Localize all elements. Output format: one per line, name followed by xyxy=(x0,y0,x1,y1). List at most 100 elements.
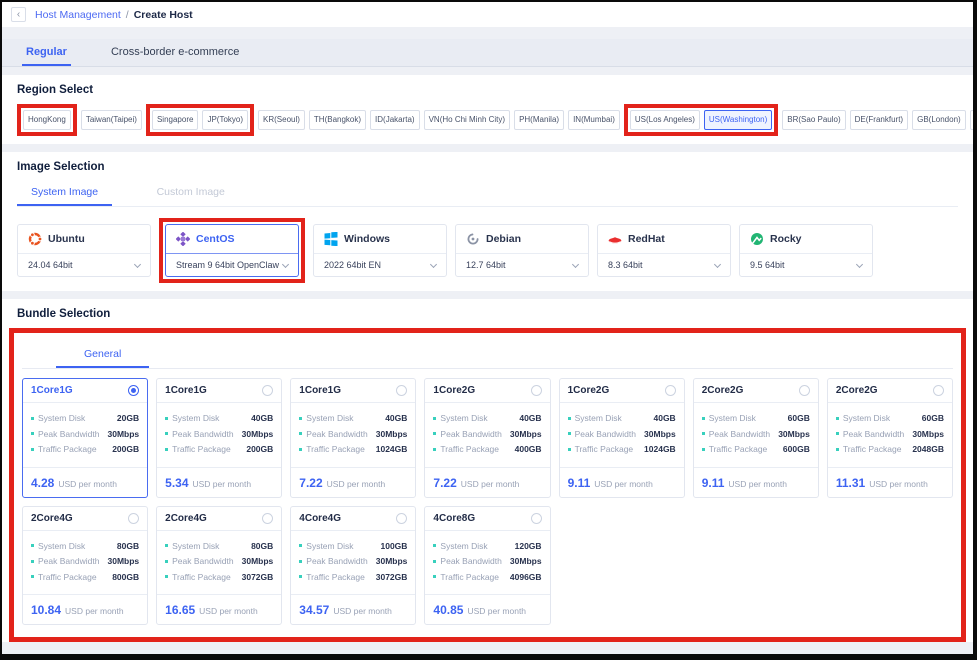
radio-icon[interactable] xyxy=(128,513,139,524)
spec-label-bandwidth: Peak Bandwidth xyxy=(38,430,99,439)
plan-price-value: 7.22 xyxy=(299,476,322,490)
plan-card-4core4g[interactable]: 4Core4G System Disk100GB Peak Bandwidth3… xyxy=(290,506,416,626)
region-option-hongkong[interactable]: HongKong xyxy=(23,110,71,130)
region-option-london[interactable]: GB(London) xyxy=(912,110,966,130)
radio-checked-icon[interactable] xyxy=(128,385,139,396)
radio-icon[interactable] xyxy=(665,385,676,396)
spec-label-bandwidth: Peak Bandwidth xyxy=(306,557,367,566)
bullet-icon xyxy=(165,417,168,420)
os-version-select[interactable]: 12.7 64bit xyxy=(456,253,588,276)
region-option-tokyo[interactable]: JP(Tokyo) xyxy=(202,110,248,130)
spec-label-bandwidth: Peak Bandwidth xyxy=(709,430,770,439)
os-version: 24.04 64bit xyxy=(28,260,73,270)
region-option-frankfurt[interactable]: DE(Frankfurt) xyxy=(850,110,908,130)
bullet-icon xyxy=(702,448,705,451)
region-option-washington[interactable]: US(Washington) xyxy=(704,110,772,130)
radio-icon[interactable] xyxy=(396,513,407,524)
region-option-dubai[interactable]: AE(Dubai) xyxy=(970,110,977,130)
radio-icon[interactable] xyxy=(799,385,810,396)
os-card-rocky[interactable]: Rocky 9.5 64bit xyxy=(739,224,873,277)
region-options-row: HongKong Taiwan(Taipei) Singapore JP(Tok… xyxy=(17,104,958,136)
spec-value-traffic: 600GB xyxy=(783,445,810,454)
plan-price-suffix: USD per month xyxy=(594,479,653,489)
radio-icon[interactable] xyxy=(531,513,542,524)
bullet-icon xyxy=(702,432,705,435)
plan-card-2core2g-b[interactable]: 2Core2G System Disk60GB Peak Bandwidth30… xyxy=(827,378,953,498)
radio-icon[interactable] xyxy=(262,513,273,524)
main-tab-bar: Regular Cross-border e-commerce xyxy=(2,39,973,67)
os-card-ubuntu[interactable]: Ubuntu 24.04 64bit xyxy=(17,224,151,277)
radio-icon[interactable] xyxy=(933,385,944,396)
spec-value-bandwidth: 30Mbps xyxy=(510,430,542,439)
bundle-tab-bar: General xyxy=(22,341,953,369)
region-option-singapore[interactable]: Singapore xyxy=(152,110,198,130)
region-option-los-angeles[interactable]: US(Los Angeles) xyxy=(630,110,700,130)
spec-label-traffic: Traffic Package xyxy=(575,445,634,454)
plan-card-1core1g-a[interactable]: 1Core1G System Disk20GB Peak Bandwidth30… xyxy=(22,378,148,498)
region-option-jakarta[interactable]: ID(Jakarta) xyxy=(370,110,420,130)
breadcrumb-link-host-management[interactable]: Host Management xyxy=(35,9,121,21)
tab-custom-image[interactable]: Custom Image xyxy=(143,181,239,206)
plan-price-suffix: USD per month xyxy=(199,606,258,616)
plan-card-2core4g-a[interactable]: 2Core4G System Disk80GB Peak Bandwidth30… xyxy=(22,506,148,626)
bullet-icon xyxy=(433,544,436,547)
bullet-icon xyxy=(299,575,302,578)
region-option-mumbai[interactable]: IN(Mumbai) xyxy=(568,110,620,130)
region-option-manila[interactable]: PH(Manila) xyxy=(514,110,564,130)
tab-cross-border[interactable]: Cross-border e-commerce xyxy=(107,39,243,66)
annotation-box-us-regions: US(Los Angeles) US(Washington) xyxy=(624,104,778,136)
os-card-debian[interactable]: Debian 12.7 64bit xyxy=(455,224,589,277)
region-option-ho-chi-minh[interactable]: VN(Ho Chi Minh City) xyxy=(424,110,510,130)
plan-name: 1Core1G xyxy=(299,385,341,396)
plan-card-1core1g-b[interactable]: 1Core1G System Disk40GB Peak Bandwidth30… xyxy=(156,378,282,498)
plan-card-2core2g-a[interactable]: 2Core2G System Disk60GB Peak Bandwidth30… xyxy=(693,378,819,498)
plan-card-2core4g-b[interactable]: 2Core4G System Disk80GB Peak Bandwidth30… xyxy=(156,506,282,626)
chevron-down-icon xyxy=(572,260,579,267)
tab-system-image[interactable]: System Image xyxy=(17,181,112,206)
radio-icon[interactable] xyxy=(531,385,542,396)
spec-label-traffic: Traffic Package xyxy=(38,445,97,454)
plan-card-4core8g[interactable]: 4Core8G System Disk120GB Peak Bandwidth3… xyxy=(424,506,550,626)
os-name: Windows xyxy=(344,233,390,245)
plan-price-suffix: USD per month xyxy=(327,479,386,489)
os-name: Debian xyxy=(486,233,521,245)
region-option-bangkok[interactable]: TH(Bangkok) xyxy=(309,110,366,130)
tab-regular[interactable]: Regular xyxy=(22,39,71,66)
os-version-select[interactable]: 9.5 64bit xyxy=(740,253,872,276)
back-button[interactable]: ‹ xyxy=(11,7,26,22)
region-option-seoul[interactable]: KR(Seoul) xyxy=(258,110,305,130)
plan-card-1core2g-b[interactable]: 1Core2G System Disk40GB Peak Bandwidth30… xyxy=(559,378,685,498)
os-name: CentOS xyxy=(196,233,235,245)
spec-value-bandwidth: 30Mbps xyxy=(242,430,274,439)
plan-price-suffix: USD per month xyxy=(193,479,252,489)
annotation-box-centos: CentOS Stream 9 64bit OpenClaw xyxy=(159,218,305,283)
plan-price-value: 10.84 xyxy=(31,603,61,617)
os-card-redhat[interactable]: RedHat 8.3 64bit xyxy=(597,224,731,277)
image-tab-bar: System Image Custom Image xyxy=(17,181,958,207)
plan-price-suffix: USD per month xyxy=(728,479,787,489)
region-option-sao-paulo[interactable]: BR(Sao Paulo) xyxy=(782,110,845,130)
spec-value-system-disk: 80GB xyxy=(117,542,139,551)
spec-label-system-disk: System Disk xyxy=(172,542,219,551)
os-version-select[interactable]: Stream 9 64bit OpenClaw xyxy=(166,253,298,276)
plan-card-1core2g-a[interactable]: 1Core2G System Disk40GB Peak Bandwidth30… xyxy=(424,378,550,498)
region-select-panel: Region Select HongKong Taiwan(Taipei) Si… xyxy=(2,75,973,144)
plan-card-1core1g-c[interactable]: 1Core1G System Disk40GB Peak Bandwidth30… xyxy=(290,378,416,498)
plan-name: 1Core2G xyxy=(568,385,610,396)
plan-price-suffix: USD per month xyxy=(461,479,520,489)
bullet-icon xyxy=(165,575,168,578)
radio-icon[interactable] xyxy=(396,385,407,396)
region-option-taiwan[interactable]: Taiwan(Taipei) xyxy=(81,110,142,130)
plan-price-value: 16.65 xyxy=(165,603,195,617)
tab-general[interactable]: General xyxy=(56,341,149,368)
radio-icon[interactable] xyxy=(262,385,273,396)
os-card-windows[interactable]: Windows 2022 64bit EN xyxy=(313,224,447,277)
os-card-centos[interactable]: CentOS Stream 9 64bit OpenClaw xyxy=(165,224,299,277)
spec-value-bandwidth: 30Mbps xyxy=(107,557,139,566)
plan-price-value: 40.85 xyxy=(433,603,463,617)
os-version: 12.7 64bit xyxy=(466,260,506,270)
bullet-icon xyxy=(433,560,436,563)
os-version-select[interactable]: 2022 64bit EN xyxy=(314,253,446,276)
os-version-select[interactable]: 8.3 64bit xyxy=(598,253,730,276)
os-version-select[interactable]: 24.04 64bit xyxy=(18,253,150,276)
